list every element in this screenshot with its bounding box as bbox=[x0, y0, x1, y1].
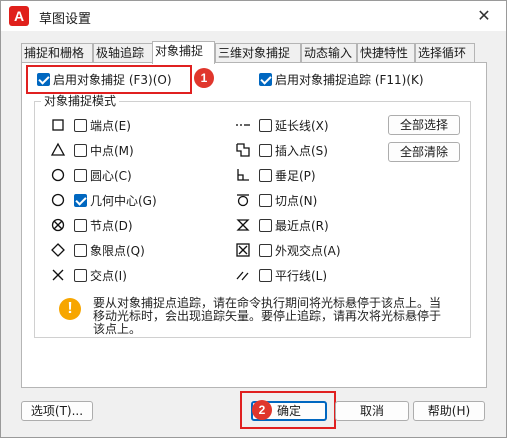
quadrant-label: 象限点(Q) bbox=[90, 244, 145, 258]
perpendicular-icon bbox=[235, 167, 251, 183]
insertion-label: 插入点(S) bbox=[275, 144, 328, 158]
annotation-badge-1: 1 bbox=[194, 68, 214, 88]
extension-icon bbox=[235, 117, 251, 133]
midpoint-label: 中点(M) bbox=[90, 144, 134, 158]
help-button[interactable]: 帮助(H) bbox=[413, 401, 485, 421]
center-label: 圆心(C) bbox=[90, 169, 132, 183]
midpoint-checkbox[interactable] bbox=[74, 144, 87, 157]
apparent-intersection-icon bbox=[235, 242, 251, 258]
autocad-app-icon: A bbox=[9, 6, 29, 26]
geometric-center-label: 几何中心(G) bbox=[90, 194, 157, 208]
select-all-button[interactable]: 全部选择 bbox=[388, 115, 460, 135]
parallel-checkbox[interactable] bbox=[259, 269, 272, 282]
tab-quick-properties[interactable]: 快捷特性 bbox=[357, 43, 415, 63]
tab-polar-tracking[interactable]: 极轴追踪 bbox=[93, 43, 153, 63]
tab-object-snap[interactable]: 对象捕捉 bbox=[152, 41, 215, 64]
circle-center-icon bbox=[50, 167, 66, 183]
nearest-checkbox[interactable] bbox=[259, 219, 272, 232]
drafting-settings-dialog: A 草图设置 ✕ 捕捉和栅格 极轴追踪 对象捕捉 三维对象捕捉 动态输入 快捷特… bbox=[0, 0, 507, 438]
annotation-highlight-1 bbox=[26, 65, 192, 94]
tangent-label: 切点(N) bbox=[275, 194, 318, 208]
annotation-badge-2: 2 bbox=[252, 400, 272, 420]
cancel-button[interactable]: 取消 bbox=[335, 401, 409, 421]
triangle-midpoint-icon bbox=[50, 142, 66, 158]
tracking-on-label: 启用对象捕捉追踪 (F11)(K) bbox=[275, 73, 424, 87]
tangent-icon bbox=[235, 192, 251, 208]
tab-snap-and-grid[interactable]: 捕捉和栅格 bbox=[21, 43, 93, 63]
extension-label: 延长线(X) bbox=[275, 119, 329, 133]
nearest-label: 最近点(R) bbox=[275, 219, 329, 233]
insertion-icon bbox=[235, 142, 251, 158]
parallel-label: 平行线(L) bbox=[275, 269, 328, 283]
perpendicular-checkbox[interactable] bbox=[259, 169, 272, 182]
window-title: 草图设置 bbox=[39, 12, 92, 27]
info-text: 要从对象捕捉点追踪，请在命令执行期间将光标悬停于该点上。当移动光标时，会出现追踪… bbox=[93, 296, 442, 336]
circle-geometric-center-icon bbox=[50, 192, 66, 208]
apparent-intersection-label: 外观交点(A) bbox=[275, 244, 341, 258]
tab-selection-cycling[interactable]: 选择循环 bbox=[415, 43, 475, 63]
tab-3d-object-snap[interactable]: 三维对象捕捉 bbox=[215, 43, 301, 63]
extension-checkbox[interactable] bbox=[259, 119, 272, 132]
title-bar: A 草图设置 ✕ bbox=[1, 1, 506, 31]
node-icon bbox=[50, 217, 66, 233]
tangent-checkbox[interactable] bbox=[259, 194, 272, 207]
snap-modes-group-title: 对象捕捉模式 bbox=[41, 94, 120, 108]
apparent-intersection-checkbox[interactable] bbox=[259, 244, 272, 257]
x-intersection-icon bbox=[50, 267, 66, 283]
endpoint-checkbox[interactable] bbox=[74, 119, 87, 132]
center-checkbox[interactable] bbox=[74, 169, 87, 182]
intersection-checkbox[interactable] bbox=[74, 269, 87, 282]
quadrant-checkbox[interactable] bbox=[74, 244, 87, 257]
endpoint-label: 端点(E) bbox=[90, 119, 131, 133]
parallel-icon bbox=[235, 267, 251, 283]
node-checkbox[interactable] bbox=[74, 219, 87, 232]
insertion-checkbox[interactable] bbox=[259, 144, 272, 157]
clear-all-button[interactable]: 全部清除 bbox=[388, 142, 460, 162]
geometric-center-checkbox[interactable] bbox=[74, 194, 87, 207]
perpendicular-label: 垂足(P) bbox=[275, 169, 316, 183]
tracking-on-checkbox[interactable] bbox=[259, 73, 272, 86]
options-button[interactable]: 选项(T)... bbox=[21, 401, 93, 421]
close-icon[interactable]: ✕ bbox=[472, 4, 496, 28]
nearest-icon bbox=[235, 217, 251, 233]
diamond-quadrant-icon bbox=[50, 242, 66, 258]
square-endpoint-icon bbox=[50, 117, 66, 133]
warning-icon: ! bbox=[59, 298, 81, 320]
tab-dynamic-input[interactable]: 动态输入 bbox=[301, 43, 357, 63]
node-label: 节点(D) bbox=[90, 219, 133, 233]
intersection-label: 交点(I) bbox=[90, 269, 127, 283]
